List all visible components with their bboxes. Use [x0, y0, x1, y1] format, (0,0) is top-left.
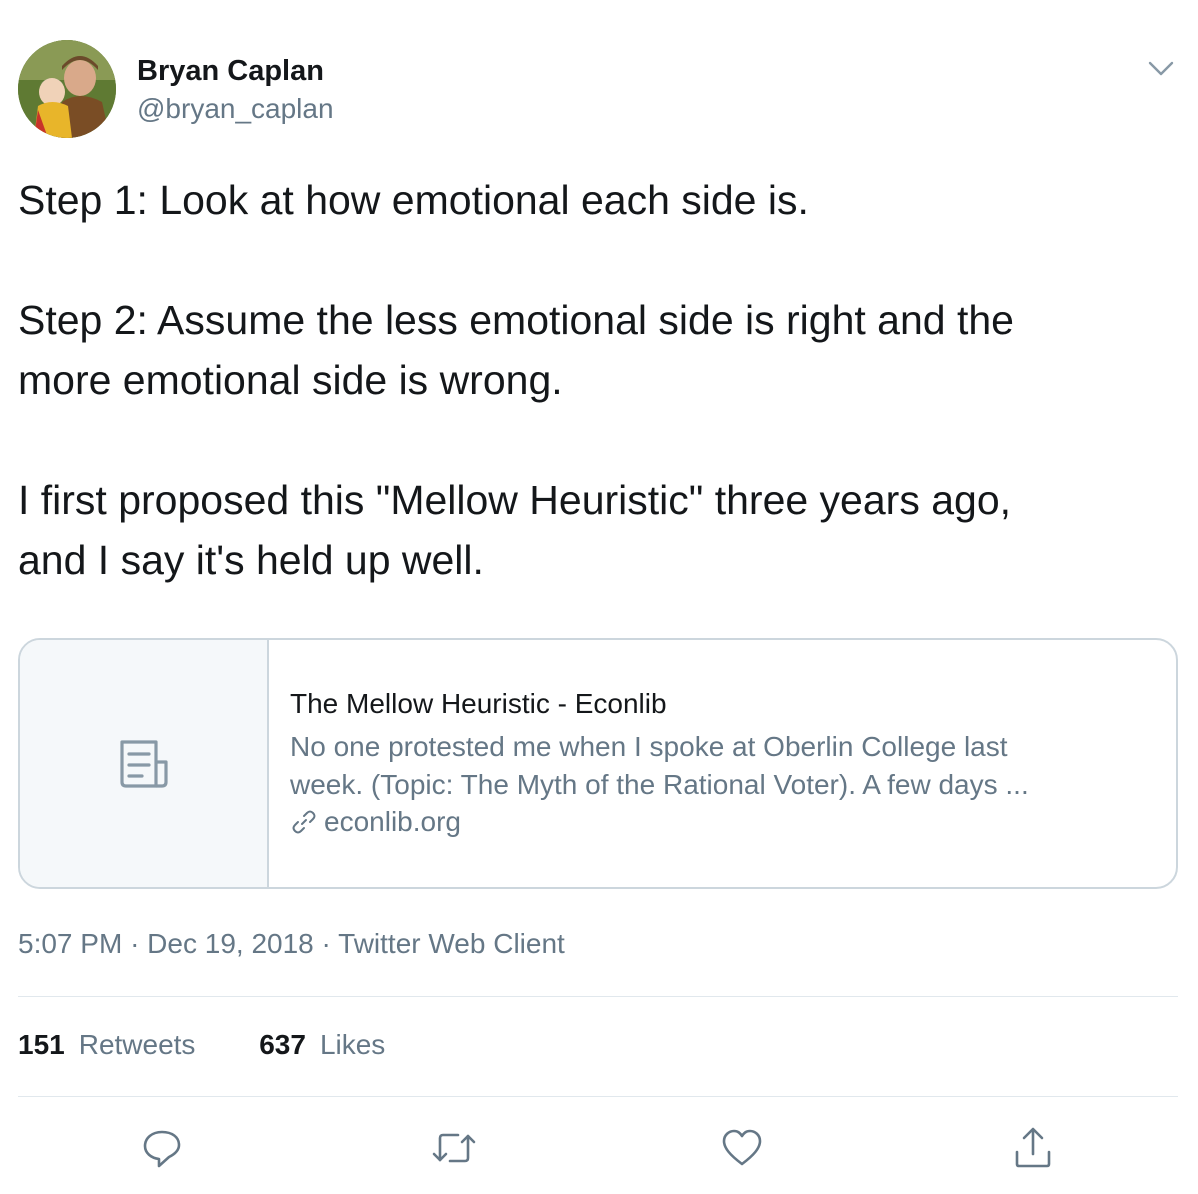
card-description-line: week. (Topic: The Myth of the Rational V…	[290, 769, 1029, 800]
tweet-line: and I say it's held up well.	[18, 537, 484, 583]
retweets-label: Retweets	[78, 1029, 196, 1060]
likes-stat[interactable]: 637 Likes	[259, 1029, 385, 1061]
share-icon	[1015, 1127, 1051, 1168]
reply-button[interactable]	[140, 1126, 184, 1170]
divider	[18, 1096, 1178, 1097]
card-title: The Mellow Heuristic - Econlib	[290, 688, 667, 719]
author-handle[interactable]: @bryan_caplan	[137, 93, 334, 125]
retweet-button[interactable]	[430, 1126, 476, 1170]
likes-label: Likes	[319, 1029, 386, 1060]
tweet-stats: 151 Retweets 637 Likes	[18, 1029, 441, 1061]
tweet-client[interactable]: Twitter Web Client	[338, 928, 565, 959]
tweet-line: Step 1: Look at how emotional each side …	[18, 177, 809, 223]
tweet-paragraph: Step 1: Look at how emotional each side …	[18, 170, 1168, 230]
retweets-stat[interactable]: 151 Retweets	[18, 1029, 195, 1061]
share-button[interactable]	[1011, 1126, 1055, 1170]
link-icon	[292, 810, 316, 834]
tweet-paragraph: I first proposed this "Mellow Heuristic"…	[18, 470, 1168, 590]
chevron-down-icon[interactable]	[1146, 56, 1176, 80]
retweets-count: 151	[18, 1029, 65, 1060]
avatar-photo	[18, 40, 116, 138]
heart-icon	[722, 1129, 762, 1166]
reply-icon	[143, 1130, 181, 1168]
card-description-line: No one protested me when I spoke at Ober…	[290, 731, 1008, 762]
card-thumbnail	[20, 640, 269, 887]
tweet-text: Step 1: Look at how emotional each side …	[18, 170, 1168, 590]
card-description: No one protested me when I spoke at Ober…	[290, 728, 1150, 804]
tweet-paragraph: Step 2: Assume the less emotional side i…	[18, 290, 1168, 410]
tweet-line: I first proposed this "Mellow Heuristic"…	[18, 477, 1012, 523]
tweet-line: Step 2: Assume the less emotional side i…	[18, 297, 1014, 343]
document-icon	[120, 740, 168, 788]
author-display-name[interactable]: Bryan Caplan	[137, 55, 324, 88]
tweet-meta: 5:07 PM · Dec 19, 2018 · Twitter Web Cli…	[18, 928, 565, 960]
meta-separator: ·	[130, 928, 140, 959]
card-domain: econlib.org	[290, 806, 461, 838]
tweet-time[interactable]: 5:07 PM	[18, 928, 122, 959]
tweet-line: more emotional side is wrong.	[18, 357, 563, 403]
like-button[interactable]	[720, 1126, 764, 1170]
meta-separator: ·	[321, 928, 331, 959]
divider	[18, 996, 1178, 997]
link-preview-card[interactable]: The Mellow Heuristic - Econlib No one pr…	[18, 638, 1178, 889]
likes-count: 637	[259, 1029, 306, 1060]
retweet-icon	[432, 1133, 476, 1163]
card-domain-text: econlib.org	[324, 806, 461, 837]
avatar[interactable]	[18, 40, 116, 138]
tweet-date[interactable]: Dec 19, 2018	[147, 928, 314, 959]
